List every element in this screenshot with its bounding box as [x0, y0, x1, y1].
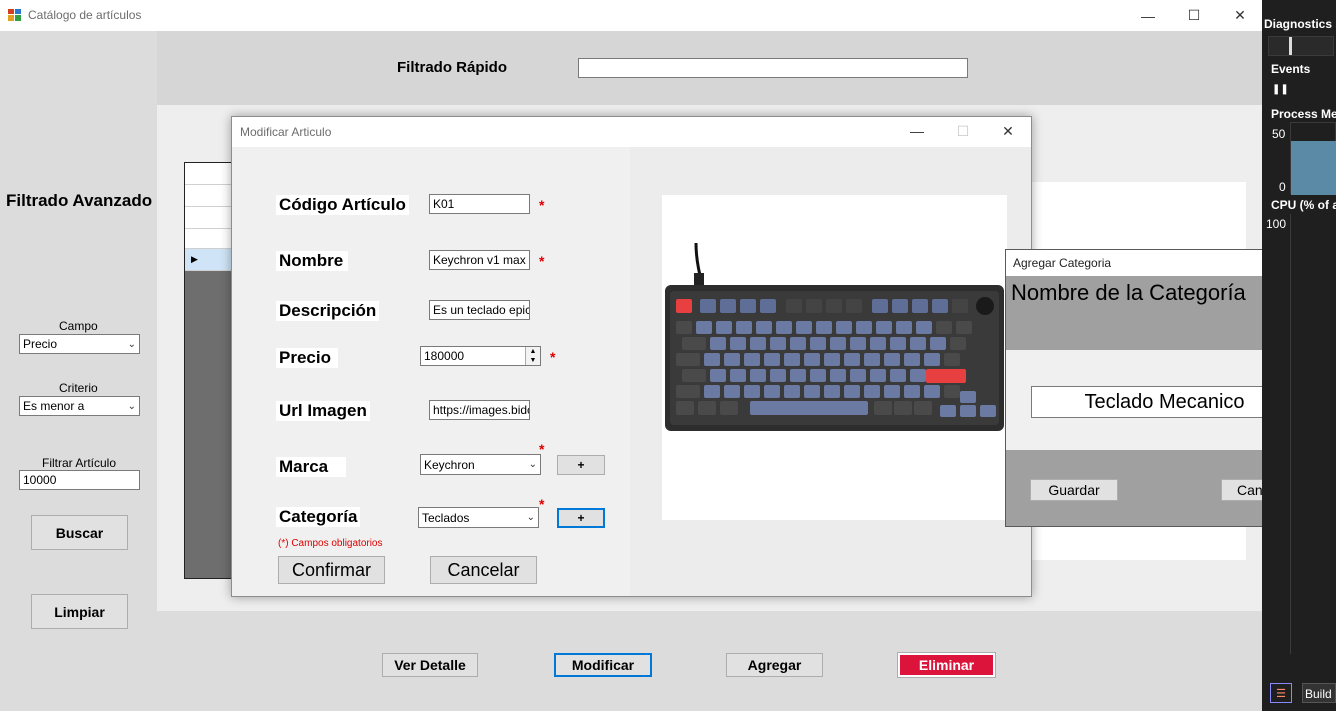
modify-title: Modificar Articulo: [240, 125, 332, 139]
article-image: [662, 195, 1007, 520]
criteria-select[interactable]: Es menor a ⌄: [19, 396, 140, 416]
spin-down-icon[interactable]: ▼: [526, 356, 540, 365]
required-star: *: [539, 496, 545, 512]
add-button[interactable]: Agregar: [726, 653, 823, 677]
cancel-button[interactable]: Cancelar: [430, 556, 537, 584]
chevron-down-icon: ⌄: [127, 400, 136, 412]
price-value: 180000: [424, 349, 465, 363]
cpu-max: 100: [1266, 217, 1287, 231]
category-select[interactable]: Teclados ⌄: [418, 507, 539, 528]
close-icon[interactable]: ✕: [1217, 0, 1263, 31]
url-label: Url Imagen: [276, 401, 370, 421]
events-label: Events: [1271, 62, 1311, 76]
maximize-icon[interactable]: ☐: [1171, 0, 1217, 31]
minimize-icon[interactable]: —: [894, 117, 940, 145]
criteria-select-value: Es menor a: [23, 399, 85, 413]
field-select-value: Precio: [23, 337, 58, 351]
bottom-panel: [157, 611, 1262, 711]
name-input[interactable]: Keychron v1 max: [429, 250, 530, 270]
required-star: *: [539, 197, 545, 213]
modify-button[interactable]: Modificar: [554, 653, 652, 677]
brand-select-value: Keychron: [424, 457, 475, 472]
filter-icon[interactable]: ☰: [1270, 683, 1292, 703]
window-title: Catálogo de artículos: [28, 8, 142, 22]
spin-up-icon[interactable]: ▲: [526, 347, 540, 356]
view-detail-button[interactable]: Ver Detalle: [382, 653, 478, 677]
required-star: *: [550, 349, 556, 365]
description-label: Descripción: [276, 301, 380, 321]
add-category-button[interactable]: +: [557, 508, 605, 528]
memory-chart: [1290, 122, 1336, 195]
cpu-label: CPU (% of a: [1271, 198, 1336, 212]
process-memory-label: Process Mer: [1271, 107, 1336, 121]
category-label: Categoría: [276, 507, 361, 527]
add-brand-button[interactable]: +: [557, 455, 605, 475]
url-input[interactable]: https://images.bidcc: [429, 400, 530, 420]
quick-filter-input[interactable]: [578, 58, 968, 78]
description-input[interactable]: Es un teclado epico: [429, 300, 530, 320]
filter-article-label: Filtrar Artículo: [42, 456, 117, 470]
price-label: Precio: [276, 348, 338, 368]
delete-button[interactable]: Eliminar: [897, 652, 996, 678]
mem-max: 50: [1272, 127, 1286, 141]
field-label: Campo: [59, 319, 98, 333]
advanced-filter-label: Filtrado Avanzado: [6, 191, 153, 210]
code-input[interactable]: K01: [429, 194, 530, 214]
diagnostics-title: Diagnostics s: [1264, 17, 1336, 31]
search-button[interactable]: Buscar: [31, 515, 128, 550]
confirm-button[interactable]: Confirmar: [278, 556, 385, 584]
close-icon[interactable]: ✕: [985, 117, 1031, 145]
keyboard-image: [665, 242, 1004, 431]
quick-filter-label: Filtrado Rápido: [397, 59, 507, 76]
main-titlebar: Catálogo de artículos — ☐ ✕: [0, 0, 1262, 31]
category-name-input[interactable]: Teclado Mecanico: [1031, 386, 1298, 418]
clear-button[interactable]: Limpiar: [31, 594, 128, 629]
brand-label: Marca: [276, 457, 346, 477]
minimize-icon[interactable]: —: [1125, 0, 1171, 31]
diagnostics-panel: Diagnostics s Events ❚❚ Process Mer 50 0…: [1262, 0, 1336, 711]
chevron-down-icon: ⌄: [127, 338, 136, 350]
category-select-value: Teclados: [422, 510, 470, 525]
row-pointer-icon: ▶: [191, 254, 198, 264]
app-icon: [8, 9, 21, 21]
name-label: Nombre: [276, 251, 348, 271]
required-note: (*) Campos obligatorios: [278, 538, 383, 549]
price-stepper[interactable]: 180000 ▲ ▼: [420, 346, 541, 366]
modify-titlebar: Modificar Articulo — ☐ ✕: [232, 117, 1031, 147]
timeline-bar: [1268, 36, 1334, 56]
modify-article-dialog: Modificar Articulo — ☐ ✕ Código Artículo…: [231, 116, 1032, 597]
build-button[interactable]: Build: [1302, 683, 1336, 703]
cpu-chart: [1290, 214, 1336, 654]
mem-min: 0: [1279, 180, 1286, 194]
category-name-label: Nombre de la Categoría: [1011, 280, 1246, 305]
maximize-icon: ☐: [956, 122, 970, 139]
save-button[interactable]: Guardar: [1030, 479, 1118, 501]
brand-select[interactable]: Keychron ⌄: [420, 454, 541, 475]
pause-icon[interactable]: ❚❚: [1272, 84, 1289, 95]
criteria-label: Criterio: [59, 381, 98, 395]
category-title: Agregar Categoria: [1013, 256, 1112, 270]
chevron-down-icon: ⌄: [528, 459, 537, 470]
required-star: *: [539, 253, 545, 269]
spin-buttons[interactable]: ▲ ▼: [525, 347, 540, 365]
filter-article-input[interactable]: 10000: [19, 470, 140, 490]
code-label: Código Artículo: [276, 195, 409, 215]
chevron-down-icon: ⌄: [526, 512, 535, 523]
field-select[interactable]: Precio ⌄: [19, 334, 140, 354]
